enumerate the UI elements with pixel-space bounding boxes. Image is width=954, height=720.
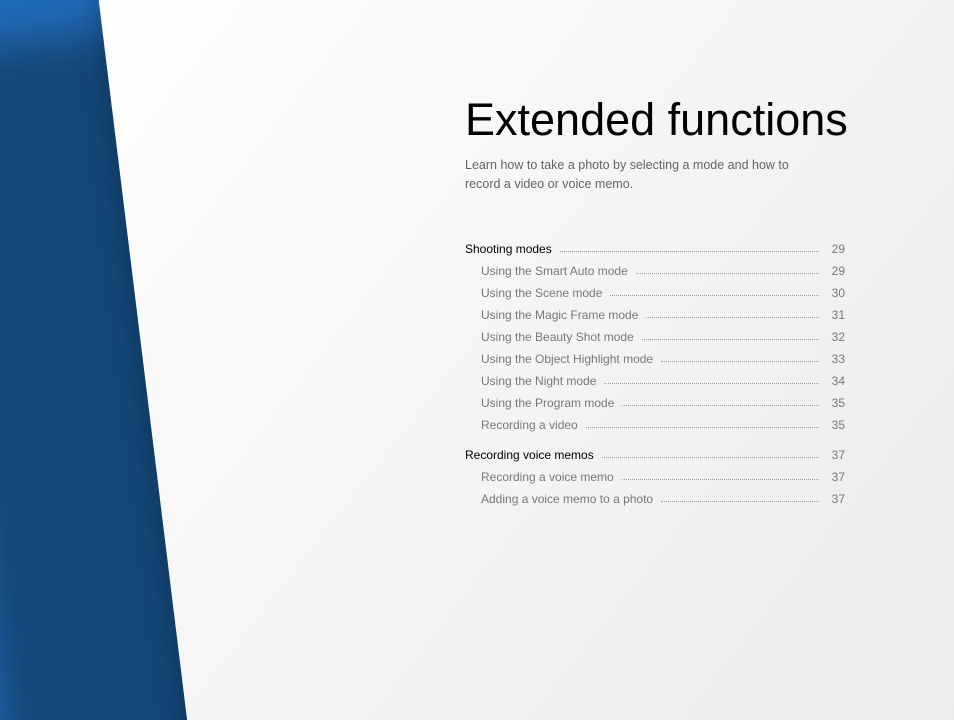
toc-leader [622,479,819,480]
toc-page-number: 30 [823,287,845,299]
toc-section[interactable]: Shooting modes 29 [465,243,845,255]
toc-item[interactable]: Recording a video 35 [465,419,845,431]
toc-label: Using the Scene mode [465,287,606,299]
toc-leader [604,383,819,384]
document-page: Extended functions Learn how to take a p… [95,0,954,720]
toc-item[interactable]: Adding a voice memo to a photo 37 [465,493,845,505]
toc-page-number: 29 [823,265,845,277]
toc-label: Recording a video [465,419,582,431]
toc-section[interactable]: Recording voice memos 37 [465,449,845,461]
toc-label: Using the Smart Auto mode [465,265,632,277]
toc-leader [602,457,819,458]
toc-leader [661,361,819,362]
toc-page-number: 34 [823,375,845,387]
toc-label: Recording a voice memo [465,471,618,483]
toc-label: Recording voice memos [465,449,598,461]
toc-leader [610,295,819,296]
toc-page-number: 35 [823,419,845,431]
toc-item[interactable]: Using the Object Highlight mode 33 [465,353,845,365]
toc-leader [622,405,819,406]
toc-page-number: 29 [823,243,845,255]
toc-page-number: 32 [823,331,845,343]
toc-leader [661,501,819,502]
toc-leader [586,427,819,428]
chapter-title: Extended functions [465,94,954,146]
toc-item[interactable]: Recording a voice memo 37 [465,471,845,483]
toc-leader [646,317,819,318]
toc-page-number: 31 [823,309,845,321]
toc-label: Using the Beauty Shot mode [465,331,638,343]
toc-item[interactable]: Using the Scene mode 30 [465,287,845,299]
toc-item[interactable]: Using the Magic Frame mode 31 [465,309,845,321]
toc-label: Using the Program mode [465,397,618,409]
toc-leader [636,273,819,274]
toc-label: Using the Night mode [465,375,600,387]
table-of-contents: Shooting modes29Using the Smart Auto mod… [465,243,845,505]
toc-label: Adding a voice memo to a photo [465,493,657,505]
toc-item[interactable]: Using the Night mode 34 [465,375,845,387]
toc-page-number: 35 [823,397,845,409]
toc-item[interactable]: Using the Smart Auto mode 29 [465,265,845,277]
toc-page-number: 37 [823,493,845,505]
toc-item[interactable]: Using the Program mode 35 [465,397,845,409]
toc-page-number: 37 [823,449,845,461]
chapter-subtitle: Learn how to take a photo by selecting a… [465,156,815,195]
toc-label: Shooting modes [465,243,556,255]
page-content: Extended functions Learn how to take a p… [95,0,954,720]
toc-page-number: 37 [823,471,845,483]
toc-leader [560,251,819,252]
toc-leader [642,339,819,340]
toc-label: Using the Object Highlight mode [465,353,657,365]
toc-item[interactable]: Using the Beauty Shot mode 32 [465,331,845,343]
toc-page-number: 33 [823,353,845,365]
toc-label: Using the Magic Frame mode [465,309,642,321]
